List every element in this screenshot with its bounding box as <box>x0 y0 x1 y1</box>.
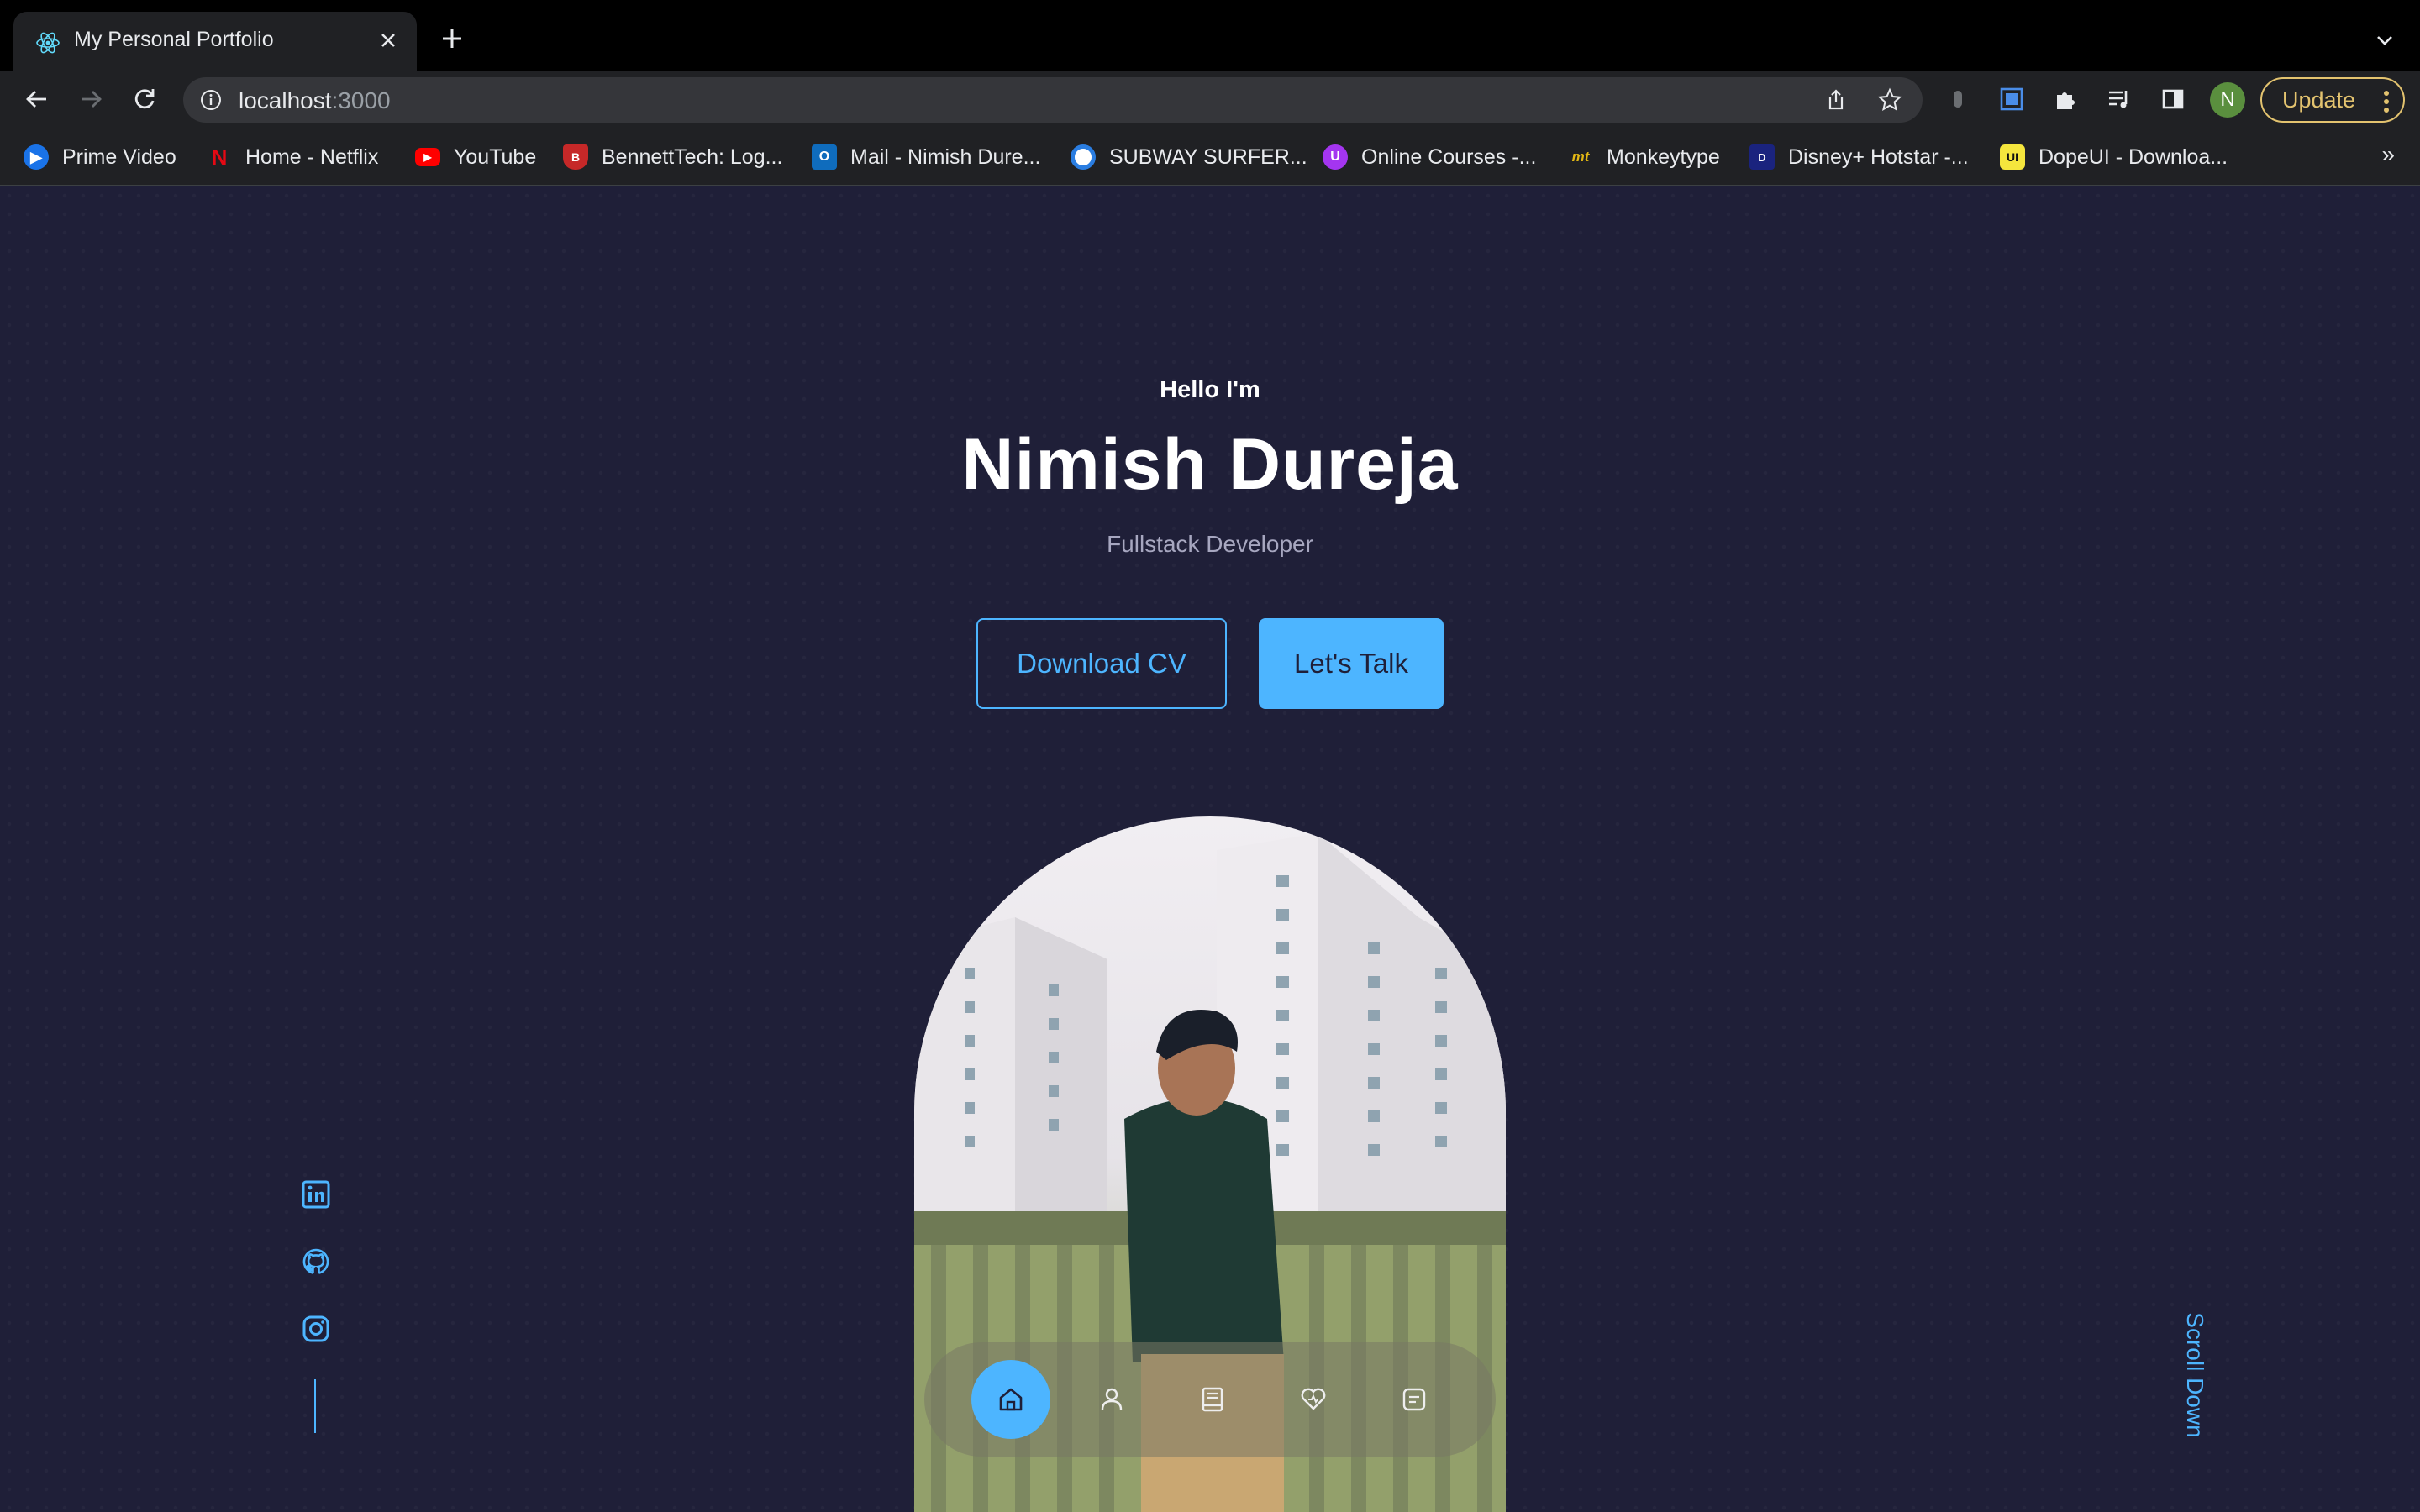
greeting: Hello I'm <box>1160 376 1260 403</box>
back-icon[interactable] <box>20 82 54 116</box>
tab-title: My Personal Portfolio <box>74 28 274 51</box>
bookmark-dopeui[interactable]: UI DopeUI - Downloa... <box>2000 143 2228 171</box>
social-divider-line <box>314 1379 316 1433</box>
bookmark-label: SUBWAY SURFER... <box>1109 144 1307 169</box>
lets-talk-button[interactable]: Let's Talk <box>1259 618 1444 709</box>
forward-icon[interactable] <box>74 82 108 116</box>
bennett-icon: B <box>563 144 588 170</box>
profile-avatar[interactable]: N <box>2210 82 2245 118</box>
media-control-icon[interactable] <box>2102 82 2136 116</box>
book-icon[interactable] <box>1173 1360 1252 1439</box>
extension-mouse-icon[interactable] <box>1941 82 1975 116</box>
bookmarks-overflow-icon[interactable]: » <box>2381 141 2395 168</box>
bookmark-star-icon[interactable] <box>1876 86 1904 114</box>
browser-toolbar: localhost:3000 N Update <box>0 71 2420 126</box>
address-bar[interactable]: localhost:3000 <box>183 77 1923 123</box>
bottom-nav <box>924 1342 1496 1457</box>
bookmark-label: Mail - Nimish Dure... <box>850 144 1041 169</box>
download-cv-button[interactable]: Download CV <box>976 618 1227 709</box>
linkedin-icon[interactable] <box>299 1178 333 1211</box>
bookmark-hotstar[interactable]: D Disney+ Hotstar -... <box>1749 143 1969 171</box>
message-icon[interactable] <box>1375 1360 1454 1439</box>
more-vertical-icon[interactable] <box>2383 89 2390 120</box>
bookmark-label: Home - Netflix <box>245 144 379 169</box>
bookmarks-bar: ▶ Prime Video N Home - Netflix ▶ YouTube… <box>0 126 2420 186</box>
chevron-down-icon[interactable] <box>2368 24 2402 57</box>
bookmark-subway-surfers[interactable]: SUBWAY SURFER... <box>1071 143 1307 171</box>
share-icon[interactable] <box>1822 86 1850 114</box>
bookmark-youtube[interactable]: ▶ YouTube <box>415 143 536 171</box>
close-icon[interactable] <box>371 24 405 57</box>
udemy-icon: U <box>1323 144 1348 170</box>
hero-name: Nimish Dureja <box>961 424 1459 505</box>
bookmark-label: YouTube <box>454 144 537 169</box>
youtube-icon: ▶ <box>415 148 440 166</box>
portfolio-page: Hello I'm Nimish Dureja Fullstack Develo… <box>0 186 2420 1512</box>
new-tab-icon[interactable] <box>435 22 469 55</box>
services-icon[interactable] <box>1274 1360 1353 1439</box>
netflix-icon: N <box>211 144 228 170</box>
scroll-down-link[interactable]: Scroll Down <box>2175 1274 2208 1476</box>
bookmark-prime-video[interactable]: ▶ Prime Video <box>24 143 176 171</box>
screenshot-extension-icon[interactable] <box>1995 82 2028 116</box>
url-port: :3000 <box>331 87 391 113</box>
hotstar-icon: D <box>1749 144 1775 170</box>
react-icon <box>35 30 60 55</box>
dopeui-icon: UI <box>2000 144 2025 170</box>
side-panel-icon[interactable] <box>2156 82 2190 116</box>
bookmark-monkeytype[interactable]: mt Monkeytype <box>1568 143 1720 171</box>
tab-active[interactable]: My Personal Portfolio <box>13 12 417 71</box>
bookmark-label: DopeUI - Downloa... <box>2039 144 2228 169</box>
bookmark-label: Online Courses -... <box>1361 144 1537 169</box>
instagram-icon[interactable] <box>299 1312 333 1346</box>
url-text: localhost:3000 <box>239 87 391 114</box>
bookmark-label: Monkeytype <box>1607 144 1720 169</box>
bookmark-mail[interactable]: O Mail - Nimish Dure... <box>812 143 1040 171</box>
extensions-puzzle-icon[interactable] <box>2049 82 2082 116</box>
bookmark-label: Prime Video <box>62 144 176 169</box>
bookmark-label: Disney+ Hotstar -... <box>1788 144 1969 169</box>
prime-video-icon: ▶ <box>24 144 49 170</box>
tab-strip: My Personal Portfolio <box>0 0 2420 71</box>
site-info-icon[interactable] <box>198 87 224 113</box>
home-icon[interactable] <box>971 1360 1050 1439</box>
reload-icon[interactable] <box>128 82 161 116</box>
bookmark-online-courses[interactable]: U Online Courses -... <box>1323 143 1536 171</box>
bookmark-label: BennettTech: Log... <box>602 144 783 169</box>
update-button[interactable]: Update <box>2260 77 2405 123</box>
bookmark-netflix[interactable]: N Home - Netflix <box>207 143 379 171</box>
hero-role: Fullstack Developer <box>1107 531 1313 557</box>
outlook-icon: O <box>812 144 837 170</box>
user-icon[interactable] <box>1072 1360 1151 1439</box>
url-host: localhost <box>239 87 332 113</box>
bookmark-bennetttech[interactable]: B BennettTech: Log... <box>563 143 782 171</box>
update-label: Update <box>2282 87 2356 113</box>
github-icon[interactable] <box>299 1245 333 1278</box>
subway-surfers-icon <box>1071 144 1096 170</box>
monkeytype-icon: mt <box>1571 149 1590 165</box>
